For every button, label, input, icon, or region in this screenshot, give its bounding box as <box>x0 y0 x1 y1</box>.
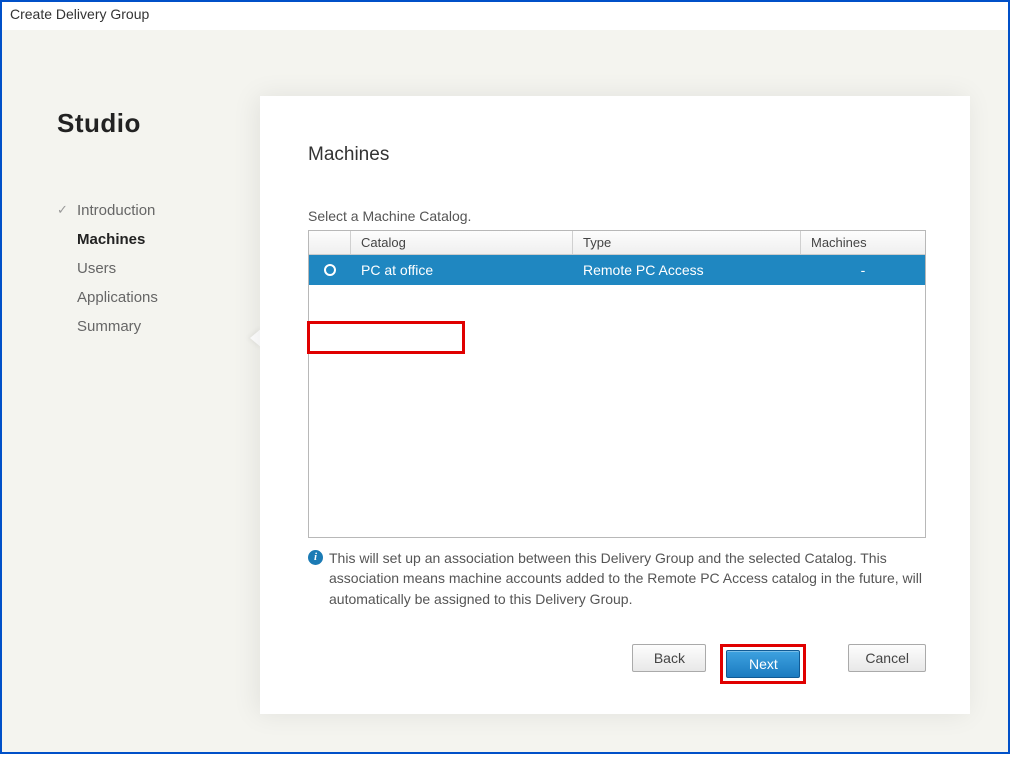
back-button[interactable]: Back <box>632 644 706 672</box>
step-summary[interactable]: Summary <box>57 312 260 341</box>
step-label: Users <box>77 260 116 277</box>
cancel-button[interactable]: Cancel <box>848 644 926 672</box>
brand-title: Studio <box>57 108 260 139</box>
header-type[interactable]: Type <box>573 231 801 254</box>
header-select <box>309 231 351 254</box>
header-machines[interactable]: Machines <box>801 231 925 254</box>
instruction-text: Select a Machine Catalog. <box>308 208 926 224</box>
info-note: i This will set up an association betwee… <box>308 548 926 609</box>
step-label: Applications <box>77 289 158 306</box>
row-radio-cell[interactable] <box>309 257 351 283</box>
step-label: Machines <box>77 231 145 248</box>
step-label: Summary <box>77 318 141 335</box>
main-panel: Machines Select a Machine Catalog. Catal… <box>260 96 970 714</box>
step-label: Introduction <box>77 202 155 219</box>
table-header: Catalog Type Machines <box>309 231 925 255</box>
table-row[interactable]: PC at office Remote PC Access - <box>309 255 925 285</box>
step-introduction[interactable]: Introduction <box>57 196 260 225</box>
window-title: Create Delivery Group <box>2 2 1008 30</box>
next-highlight: Next <box>720 644 806 684</box>
radio-icon <box>324 264 336 276</box>
content-area: Studio Introduction Machines Users Appli… <box>2 30 1008 752</box>
step-machines[interactable]: Machines <box>57 225 260 254</box>
header-catalog[interactable]: Catalog <box>351 231 573 254</box>
wizard-steps: Introduction Machines Users Applications… <box>2 196 260 341</box>
row-catalog: PC at office <box>351 255 573 285</box>
row-type: Remote PC Access <box>573 255 801 285</box>
step-users[interactable]: Users <box>57 254 260 283</box>
wizard-window: Create Delivery Group Studio Introductio… <box>0 0 1010 754</box>
wizard-buttons: Back Next Cancel <box>308 624 926 684</box>
info-icon: i <box>308 550 323 565</box>
panel-title: Machines <box>308 144 926 166</box>
catalog-table: Catalog Type Machines PC at office Remot… <box>308 230 926 538</box>
info-text: This will set up an association between … <box>329 548 926 609</box>
next-button[interactable]: Next <box>726 650 800 678</box>
row-machines: - <box>801 255 925 285</box>
step-applications[interactable]: Applications <box>57 283 260 312</box>
wizard-sidebar: Studio Introduction Machines Users Appli… <box>2 30 260 752</box>
